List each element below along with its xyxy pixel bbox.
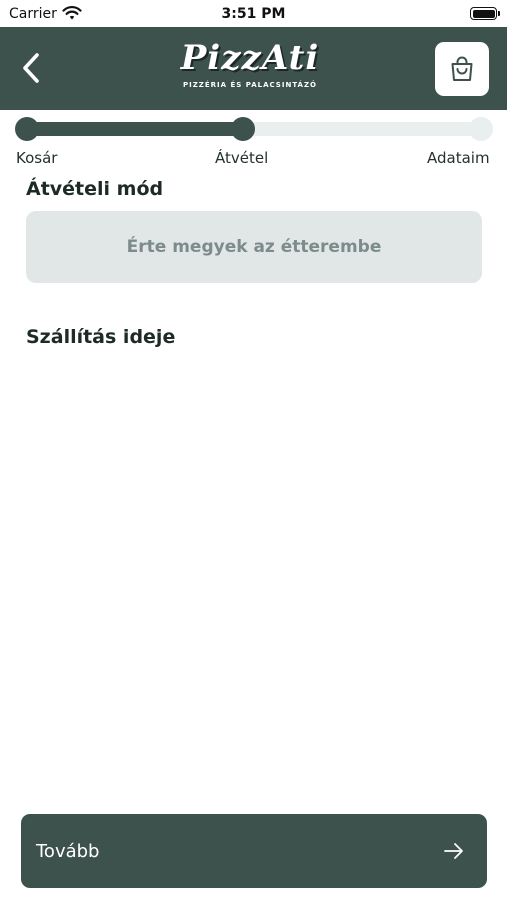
pickup-option-restaurant[interactable]: Érte megyek az étterembe <box>26 211 482 283</box>
logo-text: PizzAti <box>180 38 320 78</box>
back-button[interactable] <box>14 49 50 87</box>
chevron-left-icon <box>23 53 39 83</box>
checkout-stepper: Kosár Átvétel Adataim <box>0 110 507 172</box>
delivery-time-title: Szállítás ideje <box>26 326 176 348</box>
step-dot-kosar <box>15 117 39 141</box>
logo-subtitle: PIZZÉRIA ÉS PALACSINTÁZÓ <box>182 81 317 89</box>
stepper-progress <box>27 122 243 136</box>
continue-button[interactable]: Tovább <box>21 814 487 888</box>
arrow-right-icon <box>444 843 463 859</box>
pickup-mode-title: Átvételi mód <box>26 178 164 200</box>
shopping-bag-icon <box>451 56 473 81</box>
app-header: PizzAti PIZZÉRIA ÉS PALACSINTÁZÓ <box>0 27 507 110</box>
step-label-kosar: Kosár <box>16 149 58 167</box>
step-label-adataim: Adataim <box>427 149 490 167</box>
battery-icon <box>470 7 500 20</box>
continue-label: Tovább <box>36 841 100 862</box>
step-dot-atvetel <box>231 117 255 141</box>
brand-logo: PizzAti PIZZÉRIA ÉS PALACSINTÁZÓ <box>150 37 350 101</box>
cart-button[interactable] <box>435 42 489 96</box>
status-time: 3:51 PM <box>221 6 286 22</box>
step-dot-adataim <box>469 117 493 141</box>
status-bar: Carrier 3:51 PM <box>0 0 507 27</box>
step-label-atvetel: Átvétel <box>215 149 269 167</box>
